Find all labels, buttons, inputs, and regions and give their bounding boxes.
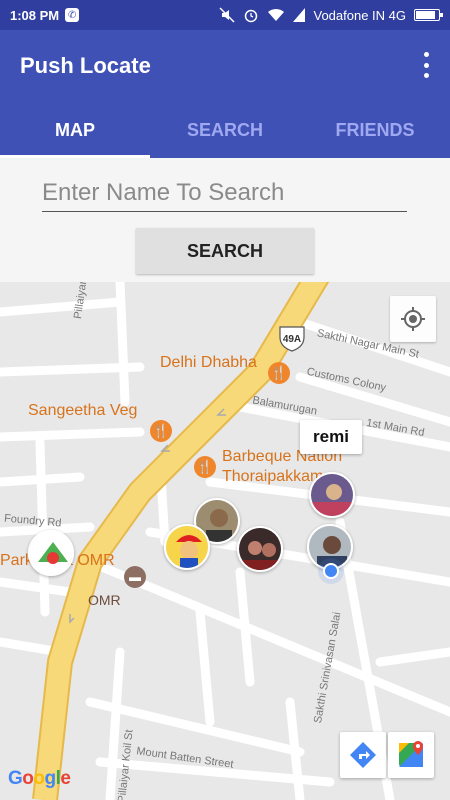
- name-search-input[interactable]: [42, 174, 407, 212]
- signal-icon: [293, 8, 306, 22]
- highway-shield-label: 49A: [283, 334, 301, 345]
- alarm-icon: [245, 9, 258, 23]
- my-location-button[interactable]: [390, 296, 436, 342]
- crosshair-icon: [401, 307, 425, 331]
- overflow-menu-icon[interactable]: [420, 52, 432, 78]
- place-label-line2[interactable]: Thoraipakkam: [222, 468, 323, 486]
- friend-avatar-6[interactable]: [28, 530, 74, 576]
- battery-icon: [414, 9, 443, 21]
- search-button[interactable]: SEARCH: [136, 228, 314, 274]
- search-panel: SEARCH: [0, 158, 450, 282]
- tab-friends[interactable]: FRIENDS: [300, 114, 450, 158]
- google-logo: Google: [8, 768, 71, 790]
- wifi-icon: [268, 8, 285, 21]
- restaurant-icon[interactable]: 🍴: [194, 456, 216, 478]
- marker-info-window[interactable]: remi: [300, 420, 362, 454]
- tab-bar: MAP SEARCH FRIENDS: [0, 114, 450, 158]
- app-bar: Push Locate MAP SEARCH FRIENDS: [0, 30, 450, 158]
- status-bar: 1:08 PM ✆ Vodafone IN 4G: [0, 0, 450, 30]
- my-location-dot: [323, 563, 339, 579]
- map-view[interactable]: 49A Pillaiyar Koil St Sakthi Nagar Main …: [0, 282, 450, 800]
- friend-avatar-1[interactable]: [309, 472, 355, 518]
- hotel-icon[interactable]: ▬: [124, 566, 146, 588]
- tab-search[interactable]: SEARCH: [150, 114, 300, 158]
- status-time: 1:08 PM: [10, 7, 60, 23]
- whatsapp-icon: ✆: [65, 8, 80, 22]
- carrier-name: Vodafone IN 4G: [313, 7, 406, 23]
- open-in-maps-button[interactable]: [388, 732, 434, 778]
- friend-avatar-3[interactable]: [164, 524, 210, 570]
- google-wordmark: Google: [8, 768, 71, 789]
- google-maps-icon: [399, 741, 423, 767]
- status-icons: Vodafone IN 4G: [219, 7, 443, 23]
- friend-avatar-4[interactable]: [237, 526, 283, 572]
- directions-icon: [350, 742, 376, 768]
- tab-map[interactable]: MAP: [0, 114, 150, 158]
- place-label[interactable]: Delhi Dhabha: [160, 354, 257, 372]
- restaurant-icon[interactable]: 🍴: [268, 362, 290, 384]
- restaurant-icon[interactable]: 🍴: [150, 420, 172, 442]
- app-title: Push Locate: [20, 53, 151, 78]
- hotel-label[interactable]: OMR: [88, 592, 121, 608]
- mute-icon: [219, 7, 236, 23]
- directions-button[interactable]: [340, 732, 386, 778]
- place-label[interactable]: Sangeetha Veg: [28, 402, 137, 420]
- battery-fill: [416, 11, 435, 19]
